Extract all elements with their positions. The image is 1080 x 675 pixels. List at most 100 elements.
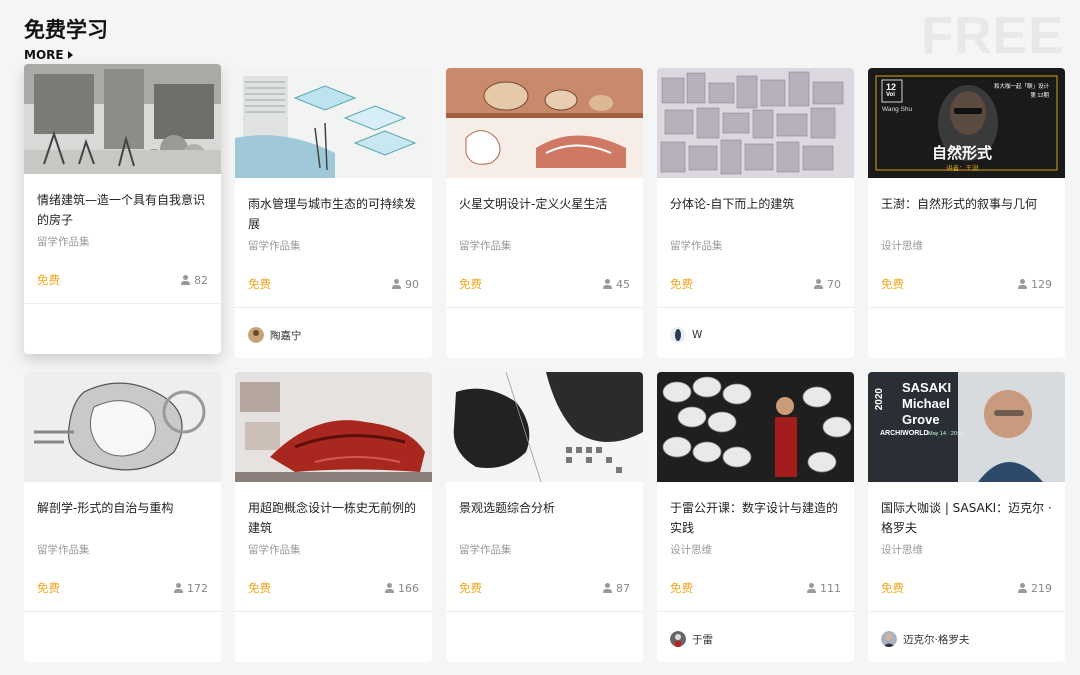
caret-right-icon	[67, 51, 73, 59]
course-category: 设计思维	[670, 544, 712, 556]
price-label: 免费	[37, 581, 60, 595]
price-label: 免费	[670, 277, 693, 291]
course-title[interactable]: 国际大咖谈 | SASAKI：迈克尔 · 格罗夫	[881, 498, 1052, 538]
thumb-title: 自然形式	[932, 144, 993, 162]
free-watermark: FREE	[921, 7, 1064, 65]
learner-count-value: 129	[1031, 277, 1052, 291]
card-body: 国际大咖谈 | SASAKI：迈克尔 · 格罗夫 设计思维 免费 219	[868, 482, 1065, 612]
card-body: 雨水管理与城市生态的可持续发展 留学作品集 免费 90	[235, 178, 432, 308]
course-title[interactable]: 王澍：自然形式的叙事与几何	[881, 194, 1052, 234]
author-name: 于雷	[692, 633, 713, 646]
course-thumbnail[interactable]	[24, 372, 221, 482]
price-label: 免费	[248, 581, 271, 595]
course-card[interactable]: 2020 SASAKI Michael Grove ARCHIWORLD May…	[868, 372, 1065, 662]
learner-count: 82	[181, 274, 208, 287]
course-category: 设计思维	[881, 544, 923, 556]
course-thumbnail[interactable]	[235, 372, 432, 482]
learner-count-value: 70	[827, 277, 841, 291]
person-icon	[603, 583, 612, 593]
card-divider	[446, 307, 643, 308]
thumb-vol-number: 12	[886, 82, 897, 92]
course-title[interactable]: 解剖学-形式的自治与重构	[37, 498, 208, 538]
course-thumbnail[interactable]	[235, 68, 432, 178]
course-card[interactable]: 于雷公开课：数字设计与建造的实践 设计思维 免费 111 于雷	[657, 372, 854, 662]
learner-count: 90	[392, 278, 419, 291]
course-card[interactable]: 景观选题综合分析 留学作品集 免费 87	[446, 372, 643, 662]
learner-count-value: 166	[398, 581, 419, 595]
learner-count-value: 45	[616, 277, 630, 291]
card-divider	[24, 303, 221, 304]
author[interactable]: 迈克尔·格罗夫	[881, 631, 969, 647]
learner-count-value: 90	[405, 277, 419, 291]
card-divider	[868, 307, 1065, 308]
course-card[interactable]: 用超跑概念设计一栋史无前例的建筑 留学作品集 免费 166	[235, 372, 432, 662]
course-title[interactable]: 情绪建筑—造一个具有自我意识的房子	[37, 190, 208, 230]
meta-row: 免费 219	[881, 580, 1052, 596]
price-label: 免费	[881, 277, 904, 291]
card-divider	[235, 611, 432, 612]
course-thumbnail[interactable]	[24, 64, 221, 174]
price-label: 免费	[248, 277, 271, 291]
course-grid: 情绪建筑—造一个具有自我意识的房子 留学作品集 免费 82 雨水管理与城市生态的…	[24, 64, 1065, 662]
course-thumbnail[interactable]: 2020 SASAKI Michael Grove ARCHIWORLD May…	[868, 372, 1065, 482]
author[interactable]: 于雷	[670, 631, 713, 647]
card-divider	[24, 611, 221, 612]
learner-count: 219	[1018, 582, 1052, 595]
learner-count: 172	[174, 582, 208, 595]
course-card[interactable]: 分体论-自下而上的建筑 留学作品集 免费 70 W	[657, 68, 854, 358]
course-card[interactable]: 12 Vol Wang Shu 和大咖一起「聊」设计 第 12期 自然形式 讲者…	[868, 68, 1065, 358]
card-body: 用超跑概念设计一栋史无前例的建筑 留学作品集 免费 166	[235, 482, 432, 612]
card-body: 王澍：自然形式的叙事与几何 设计思维 免费 129	[868, 178, 1065, 308]
card-body: 景观选题综合分析 留学作品集 免费 87	[446, 482, 643, 612]
learner-count-value: 219	[1031, 581, 1052, 595]
card-body: 解剖学-形式的自治与重构 留学作品集 免费 172	[24, 482, 221, 612]
course-title[interactable]: 景观选题综合分析	[459, 498, 630, 538]
thumb-name-en: Wang Shu	[882, 106, 913, 113]
course-category: 留学作品集	[37, 544, 90, 556]
more-link[interactable]: MORE	[24, 48, 73, 62]
course-card[interactable]: 雨水管理与城市生态的可持续发展 留学作品集 免费 90 陶嘉宁	[235, 68, 432, 358]
course-title[interactable]: 于雷公开课：数字设计与建造的实践	[670, 498, 841, 538]
price-label: 免费	[459, 277, 482, 291]
course-title[interactable]: 分体论-自下而上的建筑	[670, 194, 841, 234]
person-icon	[392, 279, 401, 289]
person-icon	[807, 583, 816, 593]
avatar	[881, 631, 897, 647]
card-body: 于雷公开课：数字设计与建造的实践 设计思维 免费 111	[657, 482, 854, 612]
learner-count-value: 111	[820, 581, 841, 595]
person-icon	[174, 583, 183, 593]
course-thumbnail[interactable]: 12 Vol Wang Shu 和大咖一起「聊」设计 第 12期 自然形式 讲者…	[868, 68, 1065, 178]
course-thumbnail[interactable]	[657, 372, 854, 482]
thumb-speaker: 讲者：王澍	[946, 165, 979, 172]
course-thumbnail[interactable]	[446, 372, 643, 482]
meta-row: 免费 82	[37, 272, 208, 288]
course-thumbnail[interactable]	[446, 68, 643, 178]
person-icon	[1018, 583, 1027, 593]
author-name: 陶嘉宁	[270, 329, 302, 342]
course-title[interactable]: 火星文明设计-定义火星生活	[459, 194, 630, 234]
course-title[interactable]: 雨水管理与城市生态的可持续发展	[248, 194, 419, 234]
learner-count-value: 82	[194, 273, 208, 287]
course-card[interactable]: 情绪建筑—造一个具有自我意识的房子 留学作品集 免费 82	[24, 64, 221, 354]
thumb-line3: Grove	[902, 412, 940, 427]
price-label: 免费	[881, 581, 904, 595]
course-category: 留学作品集	[459, 240, 512, 252]
author[interactable]: W	[670, 327, 702, 343]
card-body: 情绪建筑—造一个具有自我意识的房子 留学作品集 免费 82	[24, 174, 221, 304]
course-card[interactable]: 火星文明设计-定义火星生活 留学作品集 免费 45	[446, 68, 643, 358]
meta-row: 免费 45	[459, 276, 630, 292]
author-name: 迈克尔·格罗夫	[903, 633, 970, 646]
meta-row: 免费 90	[248, 276, 419, 292]
author[interactable]: 陶嘉宁	[248, 327, 302, 343]
learner-count: 70	[814, 278, 841, 291]
learner-count: 45	[603, 278, 630, 291]
learner-count: 87	[603, 582, 630, 595]
card-divider	[657, 307, 854, 308]
course-title[interactable]: 用超跑概念设计一栋史无前例的建筑	[248, 498, 419, 538]
card-divider	[235, 307, 432, 308]
price-label: 免费	[37, 273, 60, 287]
course-card[interactable]: 解剖学-形式的自治与重构 留学作品集 免费 172	[24, 372, 221, 662]
author-name: W	[692, 329, 703, 341]
thumb-vol-label: Vol	[886, 92, 895, 98]
course-thumbnail[interactable]	[657, 68, 854, 178]
